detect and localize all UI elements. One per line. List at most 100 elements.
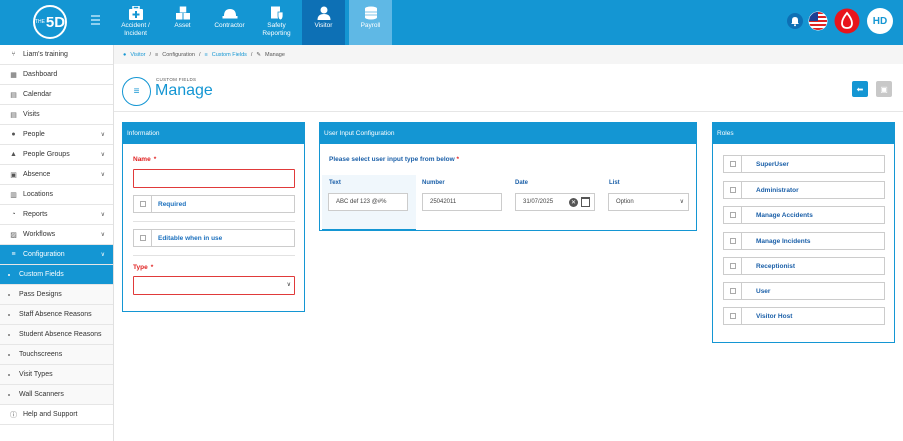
breadcrumb: ● Visitor / ≡ Configuration / ≡ Custom F…	[114, 45, 903, 64]
logo-area: THE 5D	[0, 0, 114, 45]
required-star: *	[153, 156, 157, 163]
app-logo[interactable]: THE 5D	[33, 5, 67, 39]
input-type-prompt: Please select user input type from below…	[329, 156, 459, 163]
sidebar-item-locations[interactable]: ▥ Locations	[0, 185, 113, 205]
sidebar-item-visits[interactable]: ▤ Visits	[0, 105, 113, 125]
sidebar-item-label: Reports	[23, 211, 48, 218]
hard-hat-icon	[222, 9, 237, 19]
module-safety-reporting[interactable]: Safety Reporting	[255, 0, 298, 45]
role-manage-incidents[interactable]: Manage Incidents	[723, 232, 885, 250]
role-visitor-host[interactable]: Visitor Host	[723, 307, 885, 325]
hamburger-menu-icon[interactable]	[91, 15, 100, 25]
user-avatar[interactable]: HD	[867, 8, 893, 34]
role-checkbox[interactable]	[724, 182, 742, 198]
sidebar-item-calendar[interactable]: ▤ Calendar	[0, 85, 113, 105]
clear-icon[interactable]: ✕	[569, 198, 578, 207]
role-label: Manage Incidents	[756, 237, 811, 245]
chevron-down-icon: ∨	[100, 172, 105, 178]
required-checkbox[interactable]	[134, 196, 152, 212]
sidebar-item-dashboard[interactable]: ▦ Dashboard	[0, 65, 113, 85]
number-sample-input[interactable]: 25042011	[422, 193, 502, 211]
notifications-bell-icon[interactable]	[787, 12, 803, 30]
sidebar-item-people-groups[interactable]: ▲ People Groups ∨	[0, 145, 113, 165]
sidebar-item-label: Custom Fields	[19, 271, 64, 278]
date-sample-input[interactable]: 31/07/2025 ✕	[515, 193, 595, 211]
sidebar-subitem-student-absence-reasons[interactable]: Student Absence Reasons	[0, 325, 113, 345]
dashboard-icon: ▦	[10, 71, 17, 79]
calendar-icon[interactable]	[581, 197, 590, 207]
bullet-icon	[8, 313, 10, 316]
sidebar-item-label: Touchscreens	[19, 351, 63, 358]
required-checkbox-row[interactable]: Required	[133, 195, 295, 213]
configuration-icon: ≡	[11, 251, 16, 258]
list-selected-option: Option	[616, 199, 634, 205]
top-bar: THE 5D Accident / Incident Asset Contract…	[0, 0, 903, 45]
person-icon	[317, 6, 330, 20]
breadcrumb-configuration[interactable]: Configuration	[162, 52, 195, 58]
module-label: Asset	[174, 22, 191, 29]
role-manage-accidents[interactable]: Manage Accidents	[723, 206, 885, 224]
role-receptionist[interactable]: Receptionist	[723, 257, 885, 275]
back-button[interactable]: ⬅	[852, 81, 868, 97]
sidebar-item-reports[interactable]: ◔ Reports ∨	[0, 205, 113, 225]
role-checkbox[interactable]	[724, 207, 742, 223]
logo-small-text: THE	[34, 19, 45, 25]
sidebar-item-people[interactable]: ● People ∨	[0, 125, 113, 145]
save-button[interactable]: ▣	[876, 81, 892, 97]
module-payroll[interactable]: Payroll	[349, 0, 392, 45]
module-visitor[interactable]: Visitor	[302, 0, 345, 45]
role-checkbox[interactable]	[724, 233, 742, 249]
role-checkbox[interactable]	[724, 156, 742, 172]
role-user[interactable]: User	[723, 282, 885, 300]
sidebar-item-workflows[interactable]: ▨ Workflows ∨	[0, 225, 113, 245]
date-value: 31/07/2025	[523, 199, 554, 205]
sidebar-item-absence[interactable]: ▣ Absence ∨	[0, 165, 113, 185]
chevron-down-icon: ∨	[100, 212, 105, 218]
editable-label: Editable when in use	[158, 234, 223, 242]
list-sample-select[interactable]: Option ∨	[608, 193, 689, 211]
breadcrumb-visitor[interactable]: Visitor	[130, 52, 145, 58]
sidebar-item-label: Visit Types	[19, 371, 53, 378]
configuration-icon: ≡	[155, 51, 159, 58]
list-type-label: List	[609, 180, 620, 186]
logo-text: 5D	[45, 13, 66, 31]
page-title: Manage	[155, 82, 213, 99]
module-contractor[interactable]: Contractor	[208, 0, 251, 45]
module-accident-incident[interactable]: Accident / Incident	[114, 0, 157, 45]
bullet-icon	[8, 373, 10, 376]
editable-checkbox[interactable]	[134, 230, 152, 246]
sidebar-subitem-touchscreens[interactable]: Touchscreens	[0, 345, 113, 365]
divider	[133, 255, 295, 256]
sidebar-subitem-staff-absence-reasons[interactable]: Staff Absence Reasons	[0, 305, 113, 325]
sidebar-item-label: Student Absence Reasons	[19, 331, 102, 338]
role-checkbox[interactable]	[724, 308, 742, 324]
calendar-icon: ▤	[10, 91, 17, 99]
sidebar-subitem-wall-scanners[interactable]: Wall Scanners	[0, 385, 113, 405]
sidebar-item-label: Workflows	[23, 231, 56, 238]
role-checkbox[interactable]	[724, 283, 742, 299]
sidebar-subitem-visit-types[interactable]: Visit Types	[0, 365, 113, 385]
sidebar-item-help[interactable]: ⓘ Help and Support	[0, 405, 113, 425]
role-administrator[interactable]: Administrator	[723, 181, 885, 199]
name-label: Name *	[133, 156, 156, 163]
role-superuser[interactable]: SuperUser	[723, 155, 885, 173]
text-sample-input[interactable]: ABC def 123 @#%	[328, 193, 408, 211]
name-input[interactable]	[133, 169, 295, 188]
editable-checkbox-row[interactable]: Editable when in use	[133, 229, 295, 247]
sidebar-item-configuration[interactable]: ≡ Configuration ∨	[0, 245, 113, 265]
bullet-icon	[8, 353, 10, 356]
type-select[interactable]: ∨	[133, 276, 295, 295]
sidebar-item-training[interactable]: ⑂ Liam's training	[0, 45, 113, 65]
emergency-alert-icon[interactable]	[834, 8, 860, 34]
chevron-down-icon: ∨	[100, 132, 105, 138]
boxes-icon	[175, 6, 190, 20]
module-label: Visitor	[314, 22, 333, 29]
sidebar-subitem-pass-designs[interactable]: Pass Designs	[0, 285, 113, 305]
breadcrumb-custom-fields[interactable]: Custom Fields	[212, 52, 247, 58]
sidebar-subitem-custom-fields[interactable]: Custom Fields	[0, 265, 113, 285]
role-checkbox[interactable]	[724, 258, 742, 274]
date-type-label: Date	[515, 180, 529, 186]
prompt-text: Please select user input type from below	[329, 156, 455, 163]
module-asset[interactable]: Asset	[161, 0, 204, 45]
us-flag-icon[interactable]	[808, 11, 828, 31]
